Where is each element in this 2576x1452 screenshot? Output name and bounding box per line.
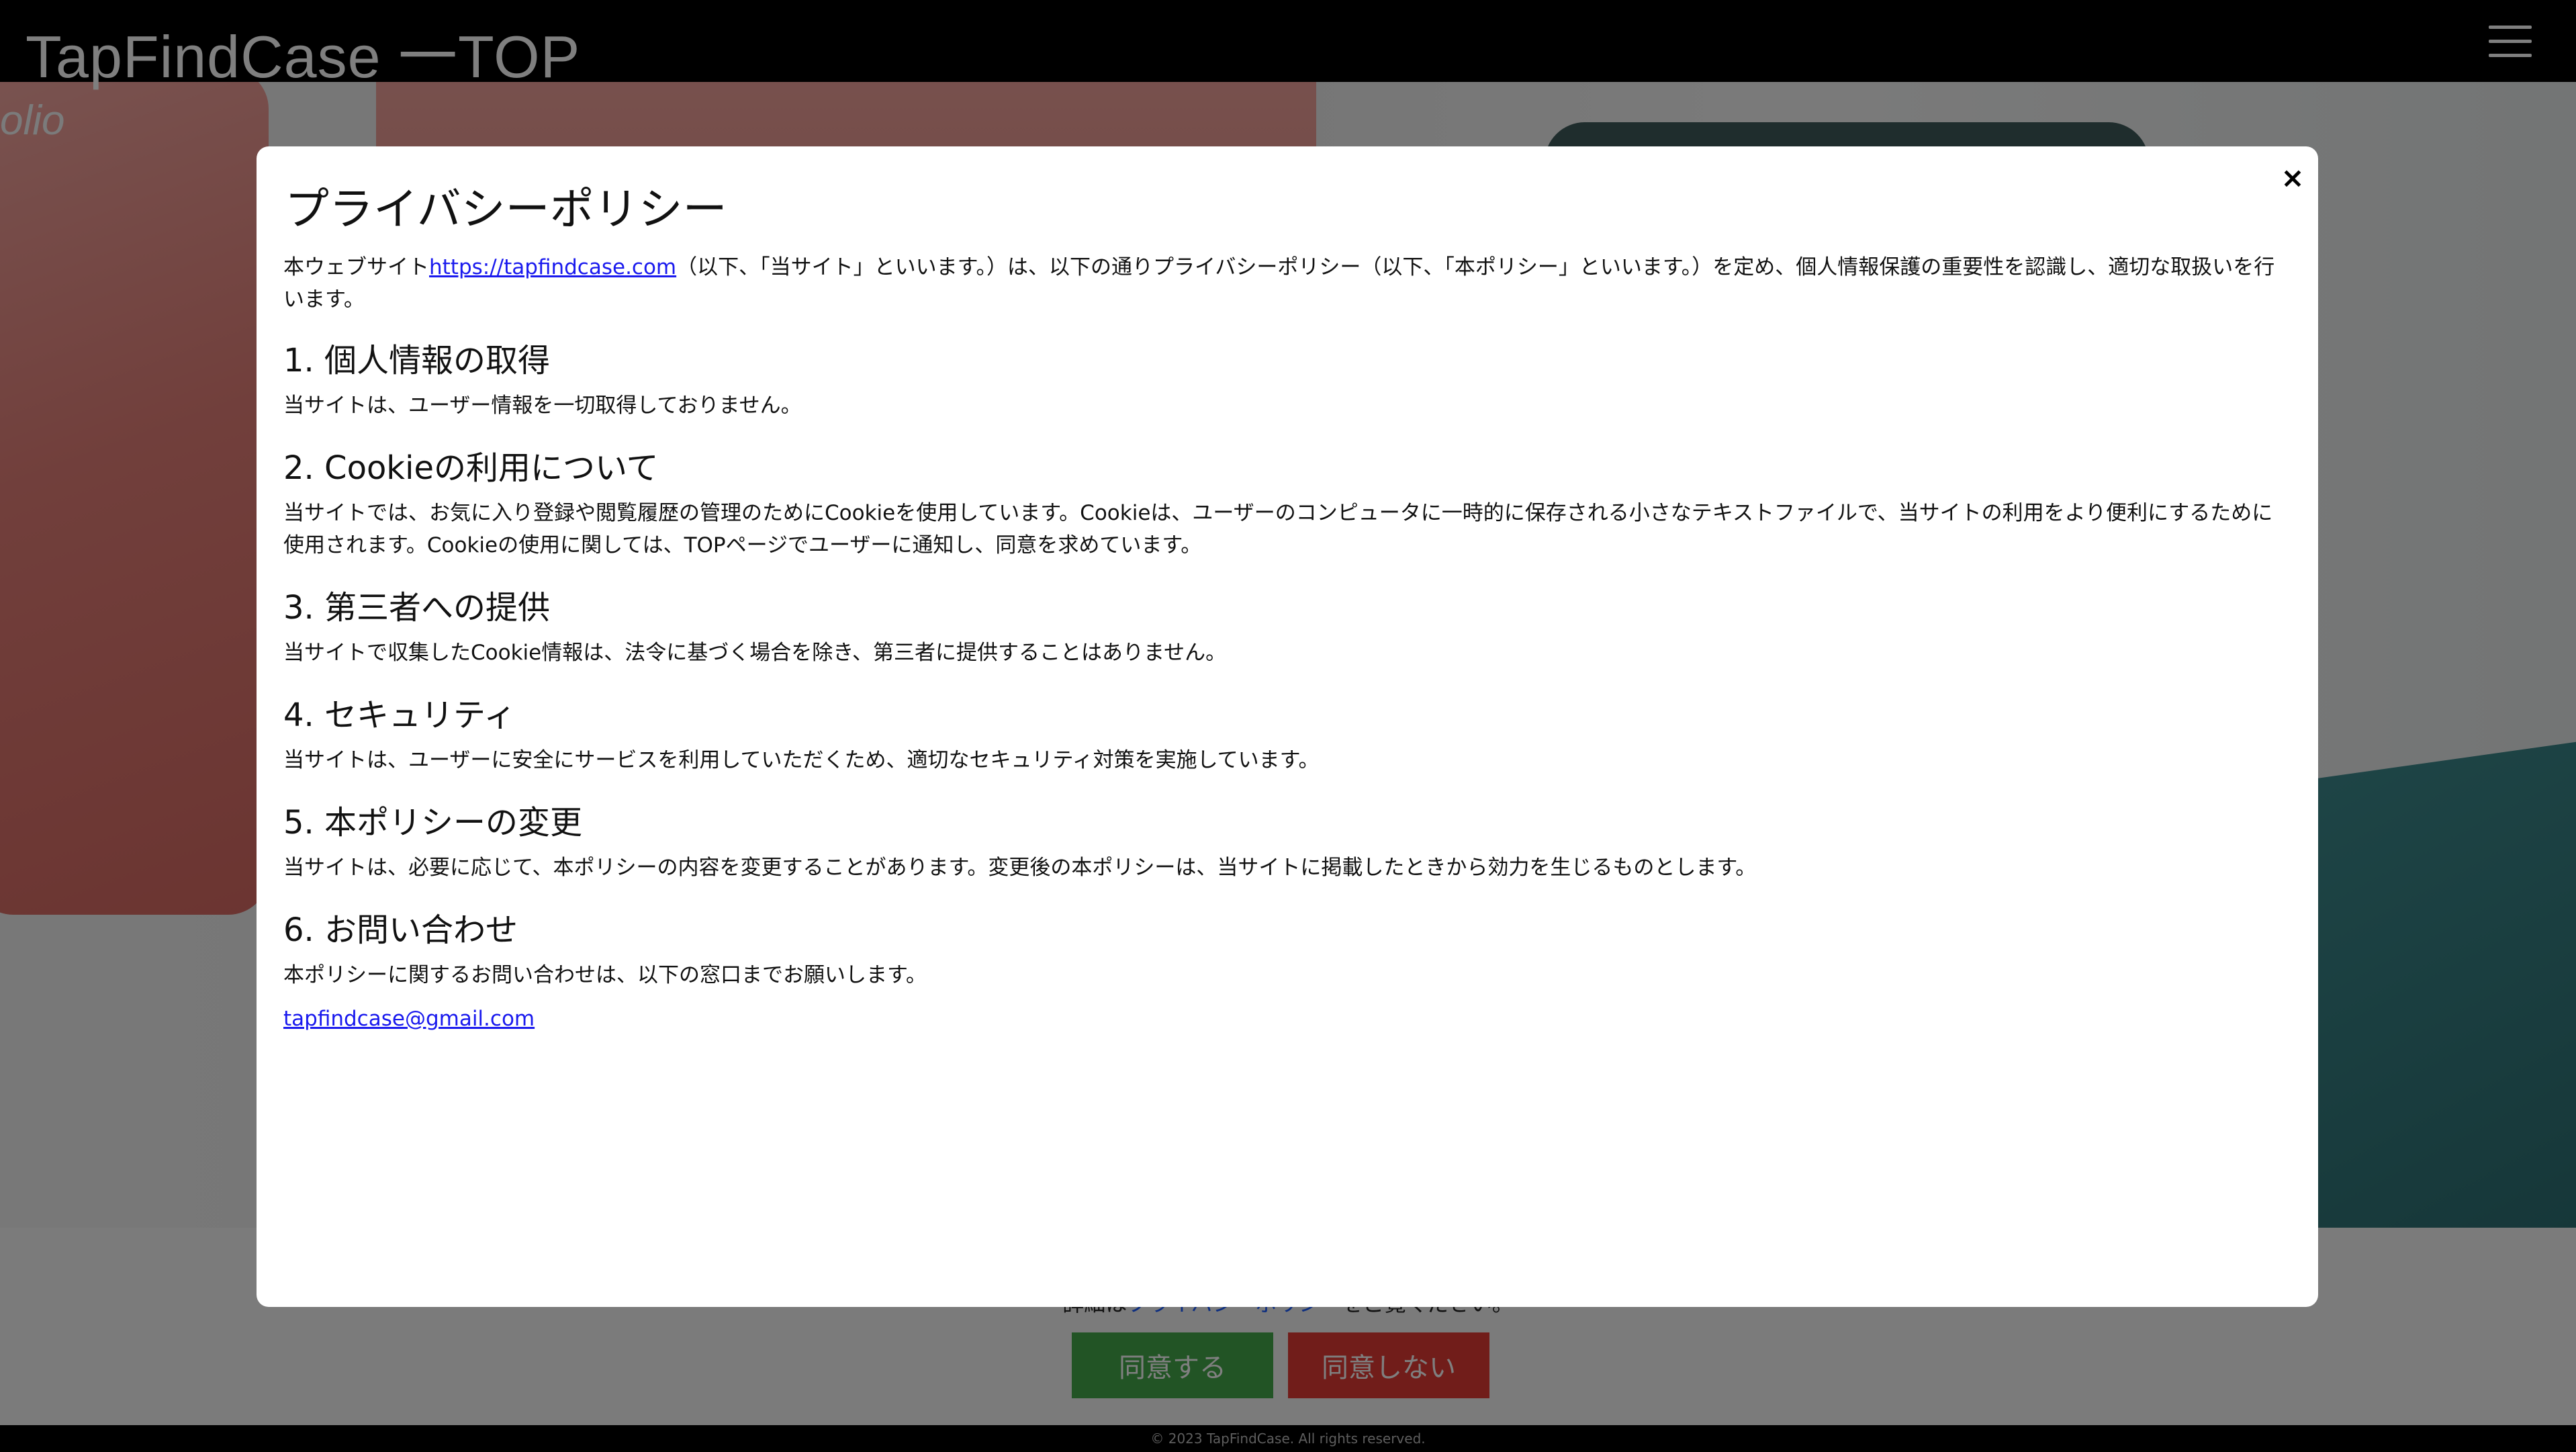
intro-prefix: 本ウェブサイト (283, 255, 429, 279)
section-body-3: 当サイトで収集したCookie情報は、法令に基づく場合を除き、第三者に提供するこ… (283, 641, 1227, 665)
section-heading-2: 2. Cookieの利用について (283, 449, 659, 487)
privacy-policy-modal (257, 146, 2318, 1307)
intro-paragraph: 本ウェブサイトhttps://tapfindcase.com（以下、「当サイト」… (283, 251, 2291, 316)
contact-email-link[interactable]: tapfindcase@gmail.com (283, 1007, 535, 1031)
section-heading-4: 4. セキュリティ (283, 696, 516, 734)
modal-title: プライバシーポリシー (285, 183, 727, 235)
section-heading-5: 5. 本ポリシーの変更 (283, 804, 583, 842)
site-url-link[interactable]: https://tapfindcase.com (429, 255, 676, 279)
section-body-4: 当サイトは、ユーザーに安全にサービスを利用していただくため、適切なセキュリティ対… (283, 748, 1320, 772)
section-heading-1: 1. 個人情報の取得 (283, 342, 551, 379)
section-body-2: 当サイトでは、お気に入り登録や閲覧履歴の管理のためにCookieを使用しています… (283, 501, 2273, 557)
close-icon[interactable]: × (2279, 163, 2306, 193)
contact-email-paragraph: tapfindcase@gmail.com (283, 1003, 2291, 1035)
section-heading-6: 6. お問い合わせ (283, 911, 518, 949)
section-body-6: 本ポリシーに関するお問い合わせは、以下の窓口までお願いします。 (283, 963, 927, 987)
section-body-1: 当サイトは、ユーザー情報を一切取得しておりません。 (283, 394, 802, 418)
section-heading-3: 3. 第三者への提供 (283, 589, 551, 627)
section-body-5: 当サイトは、必要に応じて、本ポリシーの内容を変更することがあります。変更後の本ポ… (283, 856, 1757, 880)
